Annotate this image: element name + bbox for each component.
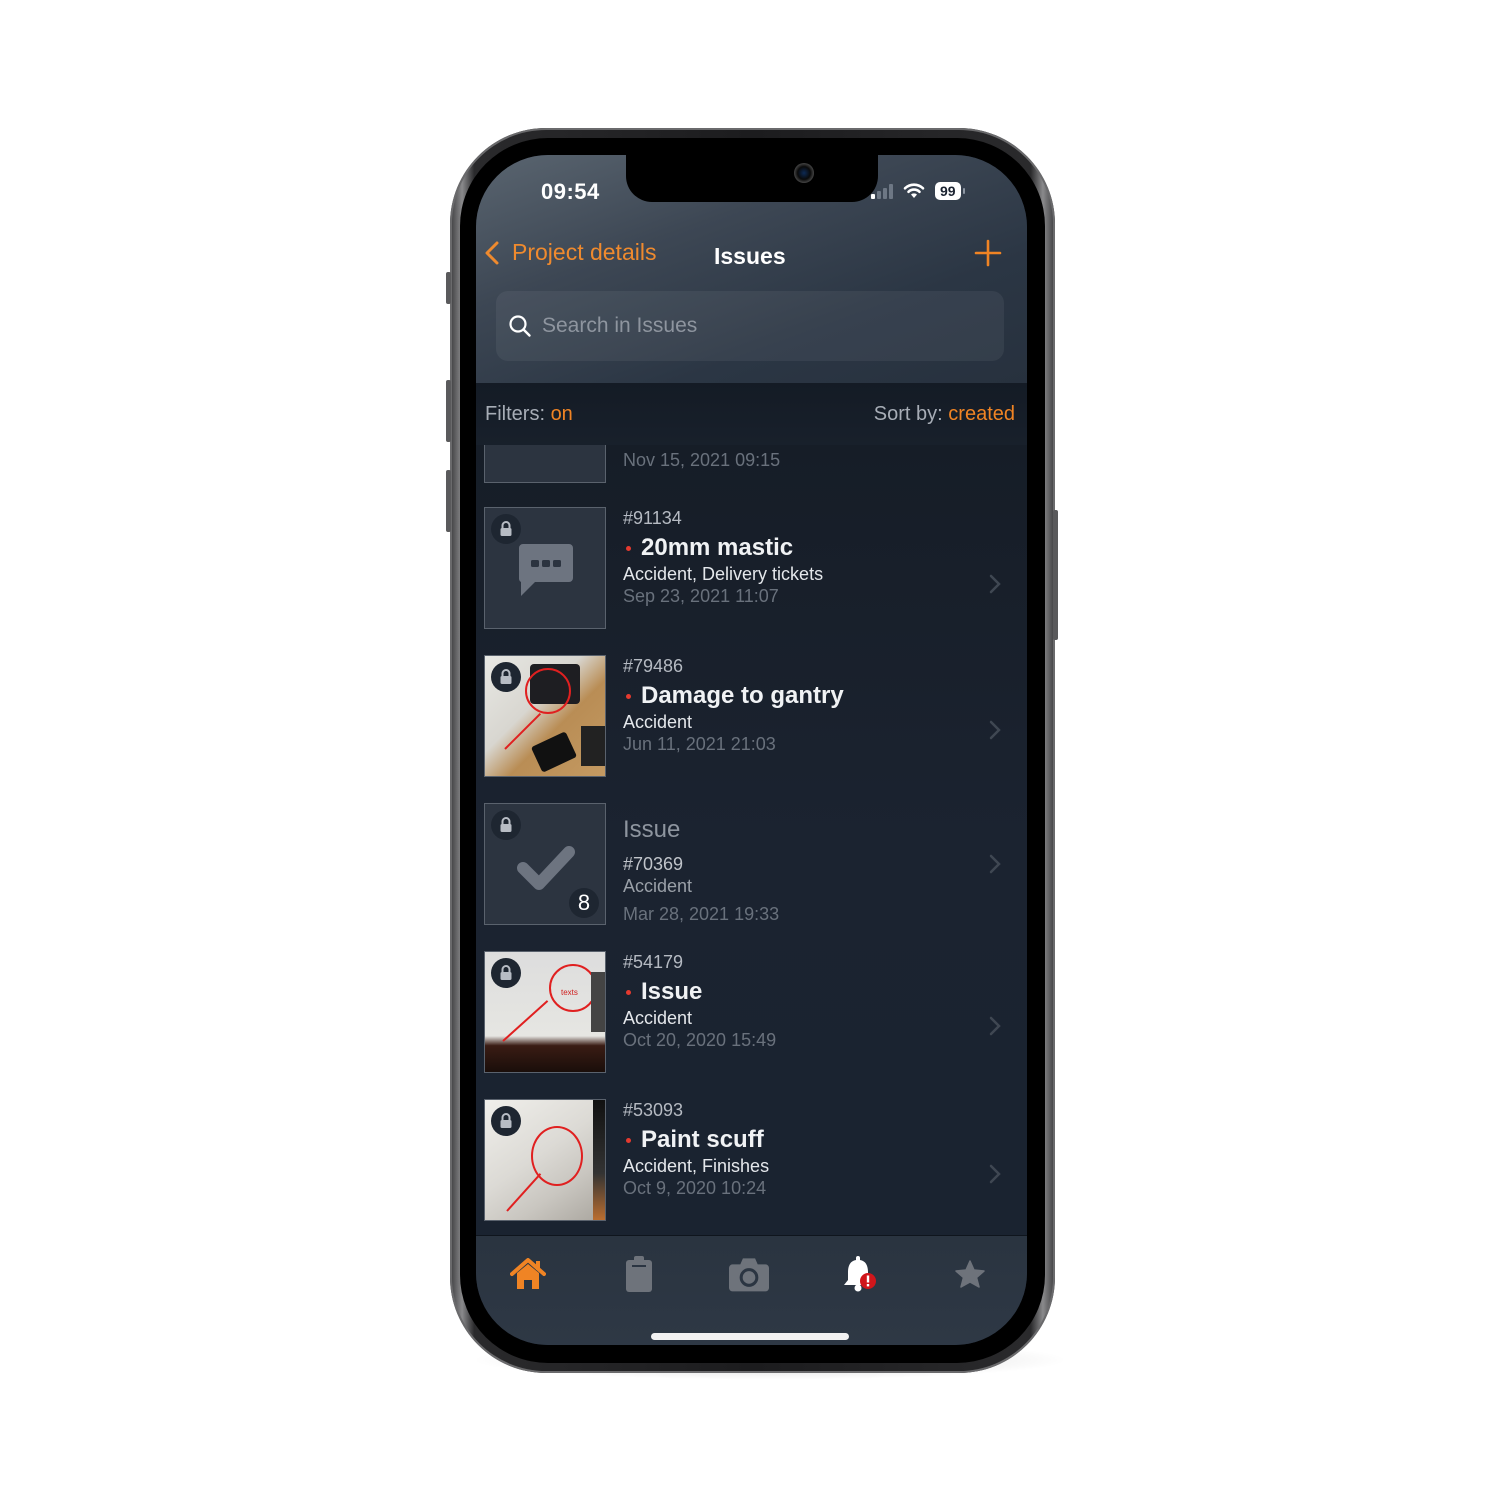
issue-date: Sep 23, 2021 11:07 (623, 586, 779, 606)
front-camera (794, 163, 814, 183)
issue-thumbnail (484, 507, 606, 629)
filters-value: on (550, 403, 573, 425)
issue-number: #54179 (623, 952, 684, 972)
issue-date: Nov 15, 2021 09:15 (623, 450, 781, 470)
notch (626, 155, 878, 202)
home-icon (510, 1258, 546, 1289)
chevron-right-icon (989, 574, 1001, 594)
issue-date: Oct 9, 2020 10:24 (623, 1178, 767, 1198)
volume-up-button (446, 380, 451, 442)
unread-dot (626, 989, 631, 995)
back-button[interactable]: Project details (484, 239, 656, 266)
issue-number: #70369 (623, 854, 684, 874)
issue-categories: Accident (623, 712, 693, 732)
navigation-bar: Project details Issues (476, 239, 1027, 279)
photo-count-badge: 8 (569, 888, 599, 918)
issue-list-item[interactable]: #79486 Damage to gantry Accident Jun 11,… (476, 655, 1027, 779)
clipboard-icon (626, 1256, 652, 1292)
tab-home[interactable] (508, 1254, 548, 1294)
issues-list[interactable]: Nov 15, 2021 09:15 #91134 20mm mastic Ac… (476, 445, 1027, 1235)
tab-notifications[interactable] (840, 1254, 880, 1294)
volume-down-button (446, 470, 451, 532)
camera-icon (729, 1258, 769, 1292)
home-indicator[interactable] (651, 1333, 849, 1340)
unread-dot (626, 693, 631, 699)
battery-indicator: 99 (935, 182, 965, 200)
tab-favorites[interactable] (950, 1254, 990, 1294)
issue-title: Issue (641, 978, 703, 1005)
issue-photo-thumbnail (484, 655, 606, 777)
issue-thumbnail (484, 445, 606, 483)
lock-icon (491, 810, 521, 840)
tab-clipboard[interactable] (619, 1254, 659, 1294)
filter-sort-bar: Filters: on Sort by: created (476, 383, 1027, 445)
checkmark-icon (517, 846, 575, 890)
sort-by-button[interactable]: Sort by: created (874, 403, 1015, 426)
wifi-icon (903, 183, 925, 198)
tab-camera[interactable] (729, 1254, 769, 1294)
unread-dot (626, 1137, 631, 1143)
issue-categories: Accident, Delivery tickets (623, 564, 824, 584)
lock-icon (491, 1106, 521, 1136)
plus-icon[interactable] (974, 239, 1002, 267)
chevron-right-icon (989, 1164, 1001, 1184)
issue-number: #79486 (623, 656, 684, 676)
issue-title: Paint scuff (641, 1126, 764, 1153)
back-button-label: Project details (512, 239, 657, 265)
search-icon (509, 315, 531, 337)
issue-date: Jun 11, 2021 21:03 (623, 734, 776, 754)
issue-photo-thumbnail (484, 1099, 606, 1221)
photo-annotation-text: texts (561, 988, 578, 997)
issue-list-item[interactable]: #53093 Paint scuff Accident, Finishes Oc… (476, 1099, 1027, 1223)
issue-number: #53093 (623, 1100, 684, 1120)
comment-icon (519, 544, 573, 596)
search-input[interactable] (540, 313, 984, 339)
lock-icon (491, 514, 521, 544)
action-button (446, 272, 451, 304)
status-icons: 99 (871, 181, 965, 201)
status-time: 09:54 (541, 179, 600, 204)
filters-label: Filters: (485, 403, 551, 425)
phone-screen: 09:54 99 Project details Issues Search i… (476, 155, 1027, 1345)
cellular-signal-icon (871, 183, 893, 199)
chevron-right-icon (989, 720, 1001, 740)
tab-bar (476, 1235, 1027, 1345)
page-title: Issues (714, 243, 786, 269)
search-bar[interactable] (496, 291, 1004, 361)
issue-categories: Accident (623, 1008, 693, 1028)
star-icon (955, 1260, 985, 1288)
lock-icon (491, 662, 521, 692)
issue-categories: Accident (623, 876, 693, 896)
issue-list-item[interactable]: #91134 20mm mastic Accident, Delivery ti… (476, 507, 1027, 631)
issue-list-item[interactable]: texts #54179 Issue Accident Oct 20, 2020… (476, 951, 1027, 1075)
chevron-right-icon (989, 854, 1001, 874)
issue-list-item[interactable]: 8 Issue #70369 Accident Mar 28, 2021 19:… (476, 803, 1027, 927)
issue-title: 20mm mastic (641, 534, 794, 561)
issue-title: Issue (623, 816, 681, 843)
issue-title: Damage to gantry (641, 682, 844, 709)
sort-value: created (948, 403, 1015, 425)
issue-list-item-partial[interactable]: Nov 15, 2021 09:15 (476, 445, 1027, 485)
issue-photo-thumbnail: texts (484, 951, 606, 1073)
issue-date: Mar 28, 2021 19:33 (623, 904, 780, 924)
chevron-left-icon (485, 241, 499, 264)
issue-date: Oct 20, 2020 15:49 (623, 1030, 777, 1050)
issue-categories: Accident, Finishes (623, 1156, 770, 1176)
issue-number: #91134 (623, 508, 682, 528)
sort-label: Sort by: (873, 403, 949, 425)
power-button (1053, 510, 1058, 640)
bell-icon (844, 1256, 876, 1292)
unread-dot (626, 545, 631, 551)
filters-toggle[interactable]: Filters: on (485, 403, 573, 426)
issue-thumbnail: 8 (484, 803, 606, 925)
lock-icon (491, 958, 521, 988)
chevron-right-icon (989, 1016, 1001, 1036)
